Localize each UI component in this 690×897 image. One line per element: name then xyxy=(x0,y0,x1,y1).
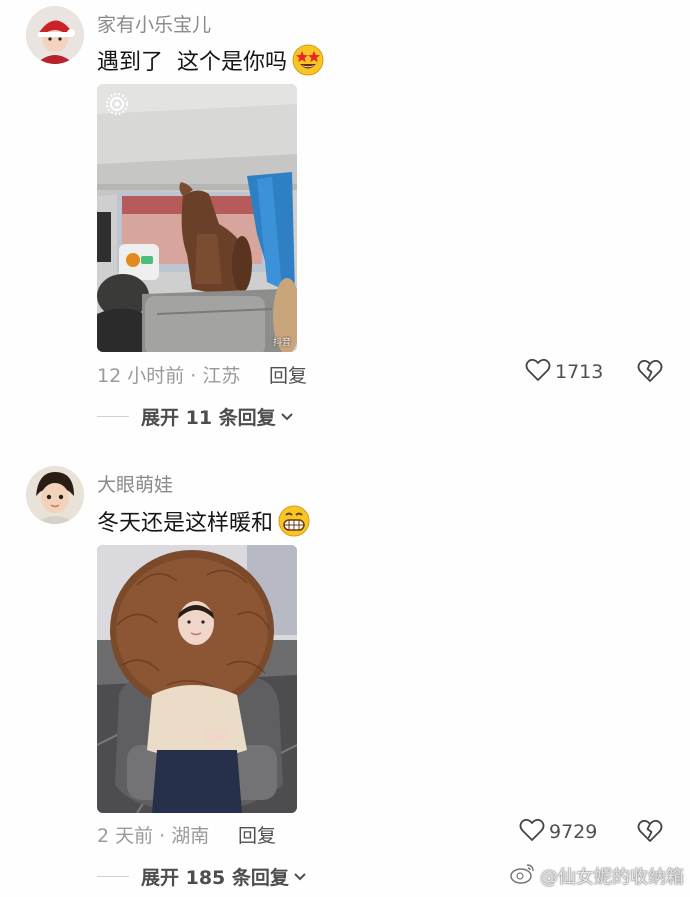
comment-text-body: 冬天还是这样暖和 xyxy=(97,511,274,536)
like-count: 9729 xyxy=(549,821,598,843)
comment-text: 冬天还是这样暖和 xyxy=(97,504,311,538)
divider xyxy=(97,876,129,877)
broken-heart-icon xyxy=(637,819,663,847)
dislike-button[interactable] xyxy=(637,359,663,387)
expand-replies-label: 展开 11 条回复 xyxy=(141,407,276,429)
chevron-down-icon xyxy=(280,407,294,426)
username[interactable]: 家有小乐宝儿 xyxy=(97,10,211,37)
like-count: 1713 xyxy=(555,361,604,383)
star-struck-emoji-icon xyxy=(291,43,325,77)
comment-item: 大眼萌娃 冬天还是这样暖和 2 天前 · 湖南 回复 9729 展开 185 条… xyxy=(0,460,690,897)
expand-replies-button[interactable]: 展开 11 条回复 xyxy=(97,403,294,430)
expand-replies-button[interactable]: 展开 185 条回复 xyxy=(97,863,307,890)
comment-text: 遇到了 这个是你吗 xyxy=(97,43,325,77)
avatar[interactable] xyxy=(26,6,84,64)
grinning-emoji-icon xyxy=(277,504,311,538)
time-location: 12 小时前 · 江苏 xyxy=(97,365,241,387)
comment-text-body: 遇到了 这个是你吗 xyxy=(97,50,287,75)
heart-icon xyxy=(519,818,545,846)
time-location: 2 天前 · 湖南 xyxy=(97,825,210,847)
reply-button[interactable]: 回复 xyxy=(269,361,307,388)
comment-item: 家有小乐宝儿 遇到了 这个是你吗 抖音 12 小时前 · 江苏 回复 1713 … xyxy=(0,0,690,440)
broken-heart-icon xyxy=(637,359,663,387)
comment-image[interactable]: 抖音 xyxy=(97,84,297,352)
divider xyxy=(97,416,129,417)
watermark-text: @仙女妮的收纳箱 xyxy=(540,866,684,888)
comment-image[interactable] xyxy=(97,545,297,813)
watermark: @仙女妮的收纳箱 xyxy=(510,862,684,889)
expand-replies-label: 展开 185 条回复 xyxy=(141,867,289,889)
username[interactable]: 大眼萌娃 xyxy=(97,470,173,497)
dislike-button[interactable] xyxy=(637,819,663,847)
weibo-logo-icon xyxy=(510,862,536,889)
douyin-badge: 抖音 xyxy=(272,338,291,348)
reply-button[interactable]: 回复 xyxy=(238,821,276,848)
like-button[interactable]: 1713 xyxy=(525,358,603,386)
like-button[interactable]: 9729 xyxy=(519,818,597,846)
chevron-down-icon xyxy=(293,867,307,886)
heart-icon xyxy=(525,358,551,386)
avatar[interactable] xyxy=(26,466,84,524)
